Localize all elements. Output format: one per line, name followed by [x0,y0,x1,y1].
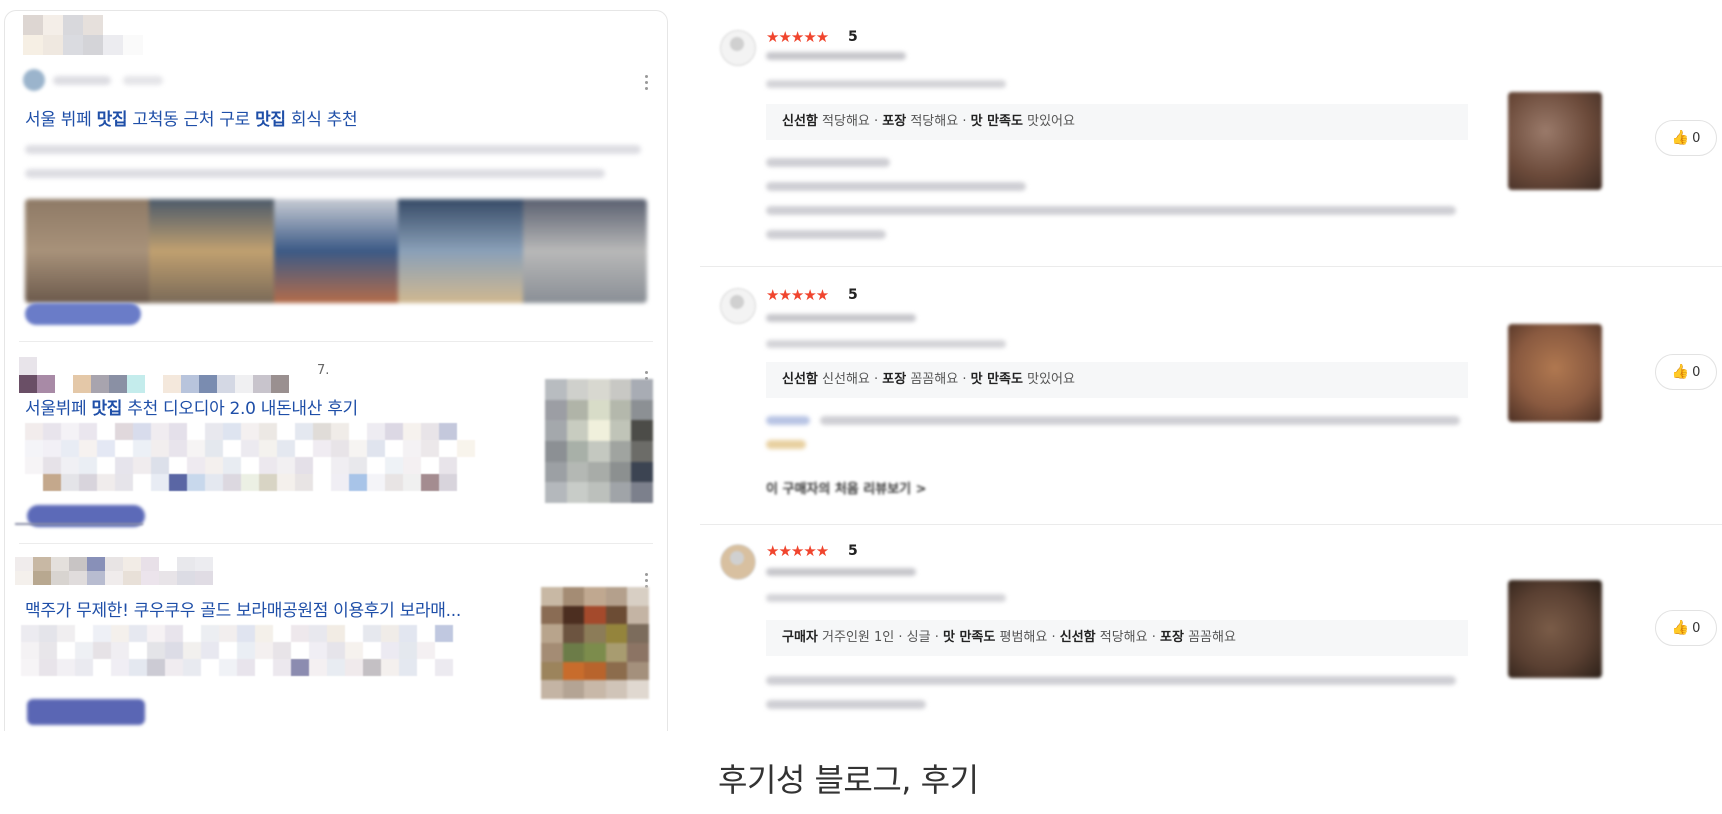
attr-label: 포장 [882,114,907,129]
post1-keyword-tag[interactable] [25,303,141,325]
title-keyword: 맛집 [91,399,123,419]
blurred-blog-header [23,15,143,55]
reviewer-avatar [720,544,756,580]
attr-label: 포장 [882,372,907,387]
attr-value: 적당해요 [910,114,959,129]
attr-value: 꼼꼼해요 [1188,630,1236,645]
tag-underline-blurred [15,523,143,525]
post2-snippet-blurred [25,423,493,491]
reviewer-id-blurred [766,314,916,322]
post3-author-row-blurred [15,557,231,585]
title-keyword: 맛집 [255,110,286,130]
star-rating-icon: ★★★★★ [766,286,829,304]
review-text-line [820,416,1460,425]
title-segment: 서울뷔페 [25,399,92,419]
like-button[interactable]: 👍 0 [1655,610,1717,646]
attr-label: 포장 [1160,630,1184,645]
post-divider [19,543,653,544]
review-text-line [766,206,1456,215]
attr-label: 신선함 [782,114,818,129]
review-photo[interactable] [1508,324,1602,422]
title-segment: 회식 추천 [285,110,358,130]
review-hashtag-blurred [766,416,810,425]
post-divider [19,341,653,342]
author-name-blurred [53,76,111,85]
thumbs-up-icon: 👍 [1671,620,1690,636]
attr-label: 맛 만족도 [970,372,1023,387]
post1-image-strip[interactable] [25,199,647,303]
attr-value: 거주인원 1인 · 싱글 [822,630,931,645]
post-date-blurred [123,76,163,85]
like-button[interactable]: 👍 0 [1655,120,1717,156]
option-info-blurred [766,340,1006,348]
option-info-blurred [766,594,1006,602]
rating-score: 5 [848,29,858,45]
post2-title[interactable]: 서울뷔페 맛집 추천 디오디아 2.0 내돈내산 후기 [25,394,358,419]
image-caption: 후기성 블로그, 후기 [718,761,979,799]
attr-label: 맛 만족도 [970,114,1023,129]
reviewer-avatar [720,30,756,66]
title-keyword: 맛집 [96,110,128,130]
reviewer-first-review-link[interactable]: 이 구매자의 처음 리뷰보기 > [766,478,927,497]
review-attributes: 구매자 거주인원 1인 · 싱글 · 맛 만족도 평범해요 · 신선함 적당해요… [766,620,1468,656]
post2-thumbnail[interactable] [545,379,653,503]
like-button[interactable]: 👍 0 [1655,354,1717,390]
attr-label: 맛 만족도 [942,630,996,645]
review-attributes: 신선함 적당해요 · 포장 적당해요 · 맛 만족도 맛있어요 [766,104,1468,140]
post3-snippet-blurred [21,625,489,676]
review-text-line [766,700,926,709]
title-segment: 추천 디오디아 2.0 내돈내산 후기 [122,399,358,419]
title-segment: 고척동 근처 구로 [127,110,256,130]
review-photo[interactable] [1508,580,1602,678]
title-segment: 맥주가 무제한! 쿠우쿠우 골드 보라매공원점 이용후기 보라매... [25,601,461,621]
star-rating-icon: ★★★★★ [766,542,829,560]
attr-value: 신선해요 [822,372,870,387]
review-text-line [766,182,1026,191]
post3-thumbnail[interactable] [541,587,649,699]
reviewer-avatar [720,288,756,324]
review-item: ★★★★★ 5 구매자 거주인원 1인 · 싱글 · 맛 만족도 평범해요 · … [700,514,1722,772]
attr-value: 적당해요 [822,114,870,129]
more-options-icon[interactable] [643,75,649,93]
post2-author-row-blurred [19,357,289,393]
attr-label: 신선함 [1059,630,1096,645]
like-count: 0 [1692,621,1701,636]
attr-value: 평범해요 [999,630,1048,645]
post1-snippet-line [25,169,605,178]
review-photo[interactable] [1508,92,1602,190]
attr-value: 꼼꼼해요 [910,372,959,387]
thumbs-up-icon: 👍 [1671,364,1690,380]
review-text-line [766,440,806,449]
post3-title[interactable]: 맥주가 무제한! 쿠우쿠우 골드 보라매공원점 이용후기 보라매... [25,596,461,621]
review-text-line [766,230,886,239]
like-count: 0 [1692,131,1701,146]
post2-header-suffix: 7. [317,363,330,378]
review-item: ★★★★★ 5 신선함 적당해요 · 포장 적당해요 · 맛 만족도 맛있어요 … [700,0,1722,258]
attr-label: 구매자 [782,630,818,645]
attr-label: 신선함 [782,372,818,387]
review-attributes: 신선함 신선해요 · 포장 꼼꼼해요 · 맛 만족도 맛있어요 [766,362,1468,398]
rating-score: 5 [848,287,858,303]
blog-search-panel: 서울 뷔페 맛집 고척동 근처 구로 맛집 회식 추천 7. 서울뷔페 맛집 추… [4,10,668,731]
rating-score: 5 [848,543,858,559]
review-text-line [766,676,1456,685]
option-info-blurred [766,80,1006,88]
post1-title[interactable]: 서울 뷔페 맛집 고척동 근처 구로 맛집 회식 추천 [25,105,358,130]
review-text-line [766,158,890,167]
reviewer-id-blurred [766,52,906,60]
star-rating-icon: ★★★★★ [766,28,829,46]
reviewer-id-blurred [766,568,916,576]
attr-value: 적당해요 [1099,630,1148,645]
post3-keyword-tag[interactable] [27,699,145,725]
attr-value: 맛있어요 [1027,114,1075,129]
like-count: 0 [1692,365,1701,380]
post1-snippet-line [25,145,641,154]
title-segment: 서울 뷔페 [25,110,97,130]
thumbs-up-icon: 👍 [1671,130,1690,146]
review-list: ★★★★★ 5 신선함 적당해요 · 포장 적당해요 · 맛 만족도 맛있어요 … [700,0,1722,740]
attr-value: 맛있어요 [1027,372,1075,387]
author-avatar [23,69,45,91]
